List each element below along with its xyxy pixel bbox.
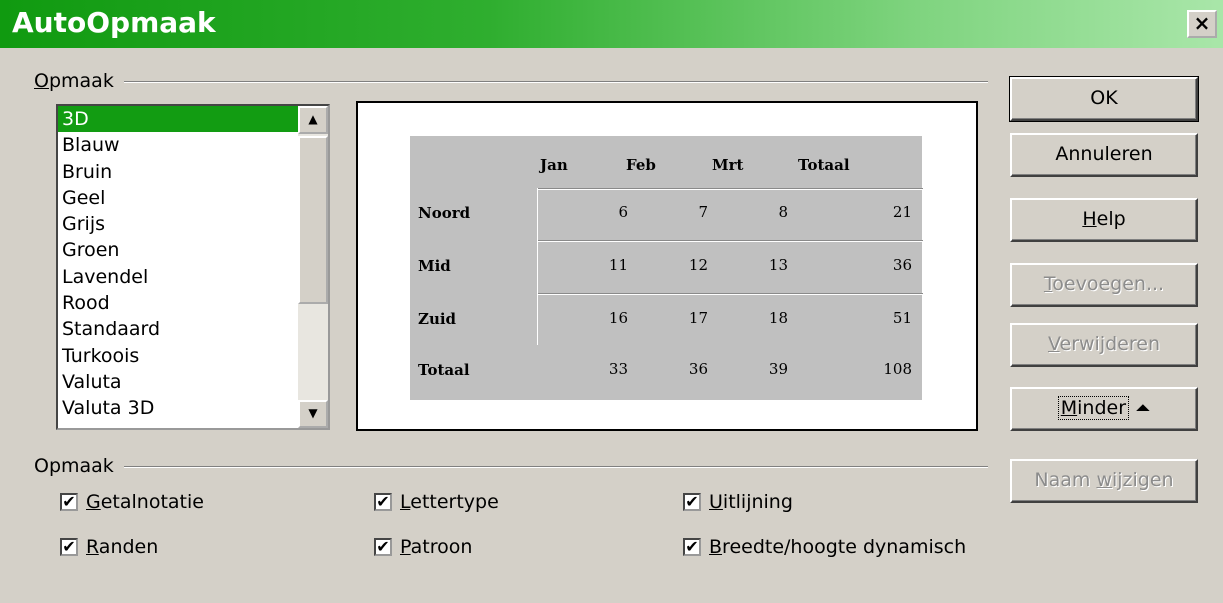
grid-line [538,240,923,242]
number-format-checkbox[interactable]: ✔ Getalnotatie [60,490,204,514]
format-list-item[interactable]: Valuta 3D [58,395,298,421]
scrollbar-thumb[interactable] [298,136,328,304]
checkmark-icon: ✔ [683,493,701,511]
add-button[interactable]: Toevoegen... [1010,263,1198,307]
format-list-items: 3D Blauw Bruin Geel Grijs Groen Lavendel Rood St… [58,106,298,422]
format-preview: Jan Feb Mrt Totaal Noord 6 7 8 21 Mid 11… [356,101,978,431]
format-group-label: Opmaak [34,70,114,92]
preview-cell: 39 [768,360,788,378]
preview-table: Jan Feb Mrt Totaal Noord 6 7 8 21 Mid 11… [410,136,923,400]
format-list-item[interactable]: Turkoois [58,343,298,369]
preview-row-label: Zuid [418,310,457,328]
borders-checkbox[interactable]: ✔ Randen [60,535,158,559]
scroll-down-button[interactable]: ▼ [298,400,328,428]
grid-line [538,188,923,190]
preview-col-header: Feb [626,156,656,174]
format-list-item[interactable]: Lavendel [58,264,298,290]
preview-row-label: Noord [418,204,471,222]
pattern-checkbox[interactable]: ✔ Patroon [374,535,472,559]
preview-cell: 16 [608,309,628,327]
cancel-button[interactable]: Annuleren [1010,133,1198,177]
format-list-item[interactable]: 3D [58,106,298,133]
options-group-divider [124,466,988,468]
checkmark-icon: ✔ [374,538,392,556]
format-list-item[interactable]: Valuta [58,369,298,395]
preview-cell: 108 [883,360,912,378]
preview-col-header: Totaal [798,156,850,174]
format-list-item[interactable]: Geel [58,185,298,211]
autofit-checkbox[interactable]: ✔ Breedte/hoogte dynamisch [683,535,966,559]
help-button[interactable]: Help [1010,198,1198,242]
ok-button[interactable]: OK [1009,76,1199,122]
format-list-item[interactable]: Grijs [58,211,298,237]
options-group-label: Opmaak [34,455,114,477]
preview-cell: 12 [688,256,708,274]
preview-row-label: Mid [418,257,451,275]
preview-cell: 13 [768,256,788,274]
format-list[interactable]: 3D Blauw Bruin Geel Grijs Groen Lavendel Rood St… [56,104,330,430]
format-group-divider [124,81,988,83]
preview-cell: 17 [688,309,708,327]
collapse-icon: ⏶ [1135,397,1151,419]
preview-cell: 11 [608,256,628,274]
preview-cell: 36 [892,256,912,274]
preview-cell: 18 [768,309,788,327]
font-checkbox[interactable]: ✔ Lettertype [374,490,499,514]
checkmark-icon: ✔ [683,538,701,556]
checkmark-icon: ✔ [60,538,78,556]
preview-cell: 6 [618,203,628,221]
preview-cell: 7 [698,203,708,221]
preview-cell: 21 [892,203,912,221]
scroll-up-icon: ▲ [308,112,318,126]
close-icon: × [1193,11,1211,35]
preview-cell: 36 [688,360,708,378]
scroll-up-button[interactable]: ▲ [298,106,328,134]
delete-button[interactable]: Verwijderen [1010,323,1198,367]
format-list-item[interactable]: Bruin [58,159,298,185]
preview-row-label: Totaal [418,361,470,379]
preview-cell: 8 [778,203,788,221]
format-list-item[interactable]: Groen [58,237,298,263]
title-bar: AutoOpmaak × [0,0,1223,48]
less-button[interactable]: Minder ⏶ [1010,387,1198,431]
preview-col-header: Jan [540,156,568,174]
scroll-down-icon: ▼ [308,406,318,420]
format-list-item[interactable]: Rood [58,290,298,316]
grid-line [538,293,923,295]
checkmark-icon: ✔ [60,493,78,511]
format-list-item[interactable]: Blauw [58,132,298,158]
close-button[interactable]: × [1187,10,1217,38]
alignment-checkbox[interactable]: ✔ Uitlijning [683,490,793,514]
preview-col-header: Mrt [712,156,744,174]
checkmark-icon: ✔ [374,493,392,511]
preview-cell: 51 [892,309,912,327]
rename-button[interactable]: Naam wijzigen [1010,459,1198,503]
format-list-scrollbar[interactable]: ▲ ▼ [298,106,328,428]
format-list-item[interactable]: Standaard [58,316,298,342]
window-title: AutoOpmaak [12,6,216,39]
preview-cell: 33 [608,360,628,378]
